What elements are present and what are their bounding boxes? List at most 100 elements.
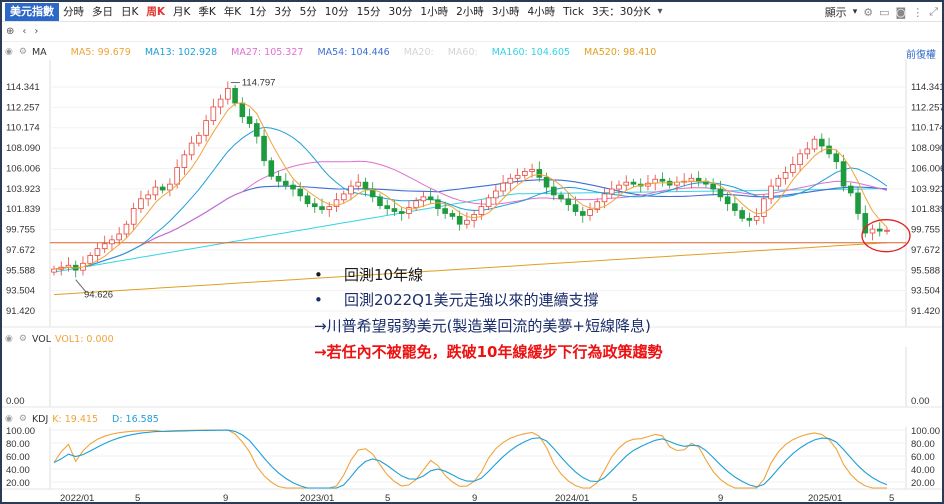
gear-icon[interactable]: ⚙	[16, 334, 30, 344]
candle-body	[551, 186, 557, 196]
candle-body	[355, 181, 362, 187]
legend-value: VOL1: 0.000	[55, 333, 114, 345]
annotation-line-3: →川普希望弱勢美元(製造業回流的美夢+短線降息)	[314, 317, 651, 335]
candle-body	[543, 176, 550, 188]
x-tick-label: 5	[135, 493, 140, 504]
legend-value: MA27: 105.327	[231, 46, 304, 58]
legend-value: MA13: 102.928	[144, 46, 218, 58]
kdj-tick-label-left: 100.00	[6, 426, 35, 437]
kdj-tick-label-left: 80.00	[6, 439, 30, 450]
eye-icon[interactable]: ◉	[2, 334, 16, 344]
ma54-line	[53, 179, 888, 270]
candle-body	[145, 194, 151, 200]
x-tick-label: 5	[385, 493, 390, 504]
candle-body	[797, 153, 803, 166]
candle-body	[123, 223, 130, 235]
candle-body	[87, 255, 94, 264]
price-tick-label-left: 101.839	[6, 204, 40, 215]
candle-body	[311, 203, 318, 208]
legend-value: MA160: 104.605	[491, 46, 571, 58]
ma13-line	[53, 126, 888, 270]
legend-value: MA20:	[403, 46, 434, 58]
vol-label: VOL	[31, 333, 52, 345]
adjust-link[interactable]: 前復權	[906, 46, 936, 61]
x-tick-label: 5	[632, 493, 637, 504]
candle-body	[572, 204, 579, 212]
candle-body	[282, 180, 289, 186]
kdj-tick-label-left: 20.00	[6, 478, 30, 489]
price-tick-label-left: 112.257	[6, 102, 40, 113]
candle-body	[826, 145, 832, 155]
chart-canvas[interactable]: 114.341 114.341 112.257 112.257 110.174 110.1…	[2, 2, 944, 504]
vol-tick-label-left: 0.00	[6, 396, 25, 407]
candle-body	[869, 228, 876, 234]
candle-body	[51, 268, 57, 273]
candle-body	[739, 210, 745, 219]
candle-body	[94, 248, 101, 256]
candle-body	[695, 177, 702, 182]
candle-body	[196, 134, 202, 144]
candle-body	[464, 219, 470, 225]
candle-body	[297, 188, 304, 197]
candle-body	[485, 197, 492, 208]
candle-body	[384, 205, 390, 209]
kdj-tick-label-right: 100.00	[911, 426, 940, 437]
x-tick-label: 9	[718, 493, 723, 504]
max-price-label: 114.797	[242, 78, 276, 89]
candle-body	[790, 164, 796, 173]
legend-value: MA54: 104.446	[317, 46, 390, 58]
candle-body	[159, 186, 166, 191]
candle-body	[688, 177, 695, 182]
ma-legend: ◉ ⚙ MA MA5: 99.679 MA13: 102.928 MA27: 105…	[2, 44, 670, 60]
price-tick-label-right: 95.588	[911, 265, 940, 276]
candle-body	[435, 199, 441, 209]
candle-body	[254, 123, 260, 137]
gear-icon[interactable]: ⚙	[16, 47, 30, 57]
candle-body	[710, 183, 716, 190]
candle-body	[181, 154, 188, 168]
price-tick-label-left: 99.755	[6, 225, 35, 236]
candle-body	[210, 106, 217, 122]
candle-body	[500, 182, 506, 192]
eye-icon[interactable]: ◉	[2, 414, 16, 424]
candle-body	[377, 196, 383, 207]
kdj-tick-label-right: 20.00	[911, 478, 935, 489]
candle-body	[174, 167, 180, 185]
candle-body	[819, 138, 825, 147]
price-tick-label-left: 106.006	[6, 163, 40, 174]
candle-body	[847, 185, 854, 194]
candle-body	[884, 229, 890, 232]
candle-body	[804, 148, 811, 155]
kdj-tick-label-right: 40.00	[911, 465, 935, 476]
x-tick-label: 2025/01	[808, 493, 842, 504]
price-tick-label-left: 97.672	[6, 245, 35, 256]
gear-icon[interactable]: ⚙	[16, 414, 30, 424]
candle-body	[275, 175, 282, 182]
legend-value: MA60:	[447, 46, 478, 58]
legend-value: MA5: 99.679	[70, 46, 131, 58]
candle-body	[558, 194, 564, 200]
app-window: 美元指數 分時 多日 日K 周K 月K 季K 年K 1分 3分 5分 10分 15分 30分 1小時 2小時…	[0, 0, 944, 504]
candle-body	[348, 185, 354, 195]
x-tick-label: 2024/01	[555, 493, 589, 504]
candle-body	[420, 196, 427, 202]
candle-body	[768, 185, 774, 200]
candle-body	[514, 174, 521, 179]
candle-body	[290, 184, 296, 190]
candle-body	[782, 172, 789, 179]
candle-body	[340, 193, 347, 201]
ma-values: MA5: 99.679 MA13: 102.928 MA27: 105.327 MA5…	[71, 47, 671, 58]
candle-body	[326, 206, 333, 210]
kdj-tick-label-left: 40.00	[6, 465, 30, 476]
price-tick-label-left: 95.588	[6, 265, 35, 276]
price-tick-label-right: 101.839	[911, 204, 944, 215]
vol-tick-label-right: 0.00	[911, 396, 930, 407]
eye-icon[interactable]: ◉	[2, 47, 16, 57]
candle-body	[203, 120, 209, 136]
vol-values: VOL1: 0.000	[55, 334, 128, 345]
legend-value: K: 19.415	[52, 413, 98, 425]
kdj-legend: ◉ ⚙ KDJ K: 19.415 D: 16.585	[2, 411, 173, 427]
candle-body	[261, 135, 267, 162]
candle-body	[775, 177, 782, 187]
candle-body	[732, 203, 738, 211]
